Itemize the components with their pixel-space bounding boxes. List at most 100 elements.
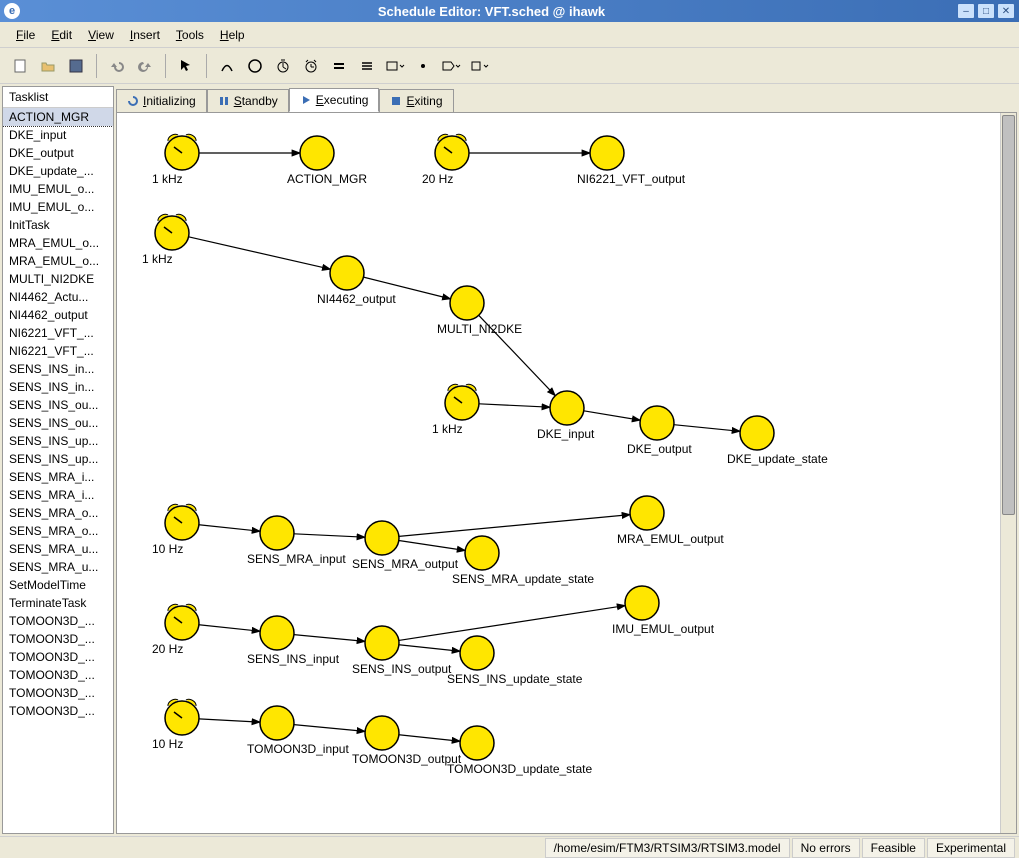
timer-icon[interactable] [271,54,295,78]
node-label: 1 kHz [152,172,183,186]
save-icon[interactable] [64,54,88,78]
menu-file[interactable]: File [8,26,43,44]
undo-icon[interactable] [105,54,129,78]
tasklist-item[interactable]: SENS_MRA_u... [3,540,113,558]
canvas-area: Initializing Standby Executing Exiting 1 kH… [116,86,1017,834]
tasklist-item[interactable]: NI4462_output [3,306,113,324]
tasklist-item[interactable]: SENS_INS_ou... [3,396,113,414]
tasklist-item[interactable]: SENS_INS_in... [3,360,113,378]
tab-initializing[interactable]: Initializing [116,89,207,112]
node-label: IMU_EMUL_output [612,622,714,636]
tasklist-item[interactable]: DKE_input [3,126,113,144]
node-label: DKE_output [627,442,692,456]
tasklist-item[interactable]: DKE_output [3,144,113,162]
tasklist-item[interactable]: InitTask [3,216,113,234]
tasklist-item[interactable]: MRA_EMUL_o... [3,234,113,252]
open-icon[interactable] [36,54,60,78]
rect-dropdown-icon[interactable] [383,54,407,78]
status-errors: No errors [792,838,860,858]
node-label: DKE_update_state [727,452,828,466]
vertical-scrollbar[interactable] [1000,113,1016,833]
tasklist-item[interactable]: SENS_MRA_o... [3,522,113,540]
menu-edit[interactable]: Edit [43,26,80,44]
tasklist-item[interactable]: SENS_MRA_i... [3,486,113,504]
tab-standby[interactable]: Standby [207,89,289,112]
tab-label: Executing [316,93,369,107]
menu-help[interactable]: Help [212,26,253,44]
node-label: SENS_INS_input [247,652,339,666]
toolbar-separator [165,54,166,78]
node-label: NI4462_output [317,292,396,306]
scrollbar-thumb[interactable] [1002,115,1015,515]
play-icon [300,94,312,106]
node-label: ACTION_MGR [287,172,367,186]
tasklist-item[interactable]: MRA_EMUL_o... [3,252,113,270]
tasklist-item[interactable]: SENS_INS_ou... [3,414,113,432]
tasklist-item[interactable]: TOMOON3D_... [3,630,113,648]
tasklist-item[interactable]: ACTION_MGR [3,108,113,126]
menu-tools[interactable]: Tools [168,26,212,44]
menu-view[interactable]: View [80,26,122,44]
tasklist-item[interactable]: SENS_INS_in... [3,378,113,396]
tasklist-item[interactable]: NI6221_VFT_... [3,342,113,360]
window-title: Schedule Editor: VFT.sched @ ihawk [26,4,957,19]
equals-icon[interactable] [327,54,351,78]
pause-icon [218,95,230,107]
tasklist-item[interactable]: SetModelTime [3,576,113,594]
node-label: 1 kHz [142,252,173,266]
toolbar-separator [206,54,207,78]
tasklist-item[interactable]: TOMOON3D_... [3,702,113,720]
close-button[interactable]: ✕ [997,3,1015,19]
tab-exiting[interactable]: Exiting [379,89,453,112]
tasklist-item[interactable]: IMU_EMUL_o... [3,180,113,198]
tasklist-item[interactable]: TOMOON3D_... [3,684,113,702]
tasklist-item[interactable]: SENS_MRA_o... [3,504,113,522]
node-label: NI6221_VFT_output [577,172,685,186]
node-label: MRA_EMUL_output [617,532,724,546]
redo-icon[interactable] [133,54,157,78]
stop-icon [390,95,402,107]
node-label: SENS_INS_output [352,662,451,676]
node-label: TOMOON3D_output [352,752,461,766]
tasklist-item[interactable]: TOMOON3D_... [3,666,113,684]
node-label: 10 Hz [152,737,183,751]
tasklist-item[interactable]: TOMOON3D_... [3,648,113,666]
node-label: SENS_MRA_input [247,552,346,566]
menu-insert[interactable]: Insert [122,26,168,44]
new-icon[interactable] [8,54,32,78]
tasklist-item[interactable]: SENS_INS_up... [3,432,113,450]
menubar: FileEditViewInsertToolsHelp [0,22,1019,48]
tasklist-item[interactable]: SENS_MRA_i... [3,468,113,486]
tasklist-item[interactable]: DKE_update_... [3,162,113,180]
window-controls: – □ ✕ [957,3,1015,19]
pentagon-dropdown-icon[interactable] [439,54,463,78]
tasklist-item[interactable]: SENS_INS_up... [3,450,113,468]
circle-icon[interactable] [243,54,267,78]
tasklist-item[interactable]: TOMOON3D_... [3,612,113,630]
tab-label: Initializing [143,94,196,108]
app-icon: e [4,3,20,19]
canvas[interactable]: 1 kHz ACTION_MGR 20 Hz NI6221_VFT_output 1 k… [116,112,1017,834]
node-label: TOMOON3D_input [247,742,349,756]
tasklist-item[interactable]: SENS_MRA_u... [3,558,113,576]
tasklist-item[interactable]: MULTI_NI2DKE [3,270,113,288]
titlebar: e Schedule Editor: VFT.sched @ ihawk – □… [0,0,1019,22]
square-dropdown-icon[interactable] [467,54,491,78]
pointer-icon[interactable] [174,54,198,78]
node-label: TOMOON3D_update_state [447,762,592,776]
maximize-button[interactable]: □ [977,3,995,19]
tasklist-item[interactable]: NI6221_VFT_... [3,324,113,342]
tasklist-item[interactable]: IMU_EMUL_o... [3,198,113,216]
alarm-icon[interactable] [299,54,323,78]
node-label: 20 Hz [152,642,183,656]
tasklist-item[interactable]: TerminateTask [3,594,113,612]
tasklist-panel: Tasklist ACTION_MGRDKE_inputDKE_outputDK… [2,86,114,834]
tasklist-item[interactable]: NI4462_Actu... [3,288,113,306]
arc-icon[interactable] [215,54,239,78]
dot-icon[interactable] [411,54,435,78]
statusbar: /home/esim/FTM3/RTSIM3/RTSIM3.model No e… [0,836,1019,858]
bars-icon[interactable] [355,54,379,78]
tab-executing[interactable]: Executing [289,88,380,112]
status-path: /home/esim/FTM3/RTSIM3/RTSIM3.model [545,838,790,858]
minimize-button[interactable]: – [957,3,975,19]
